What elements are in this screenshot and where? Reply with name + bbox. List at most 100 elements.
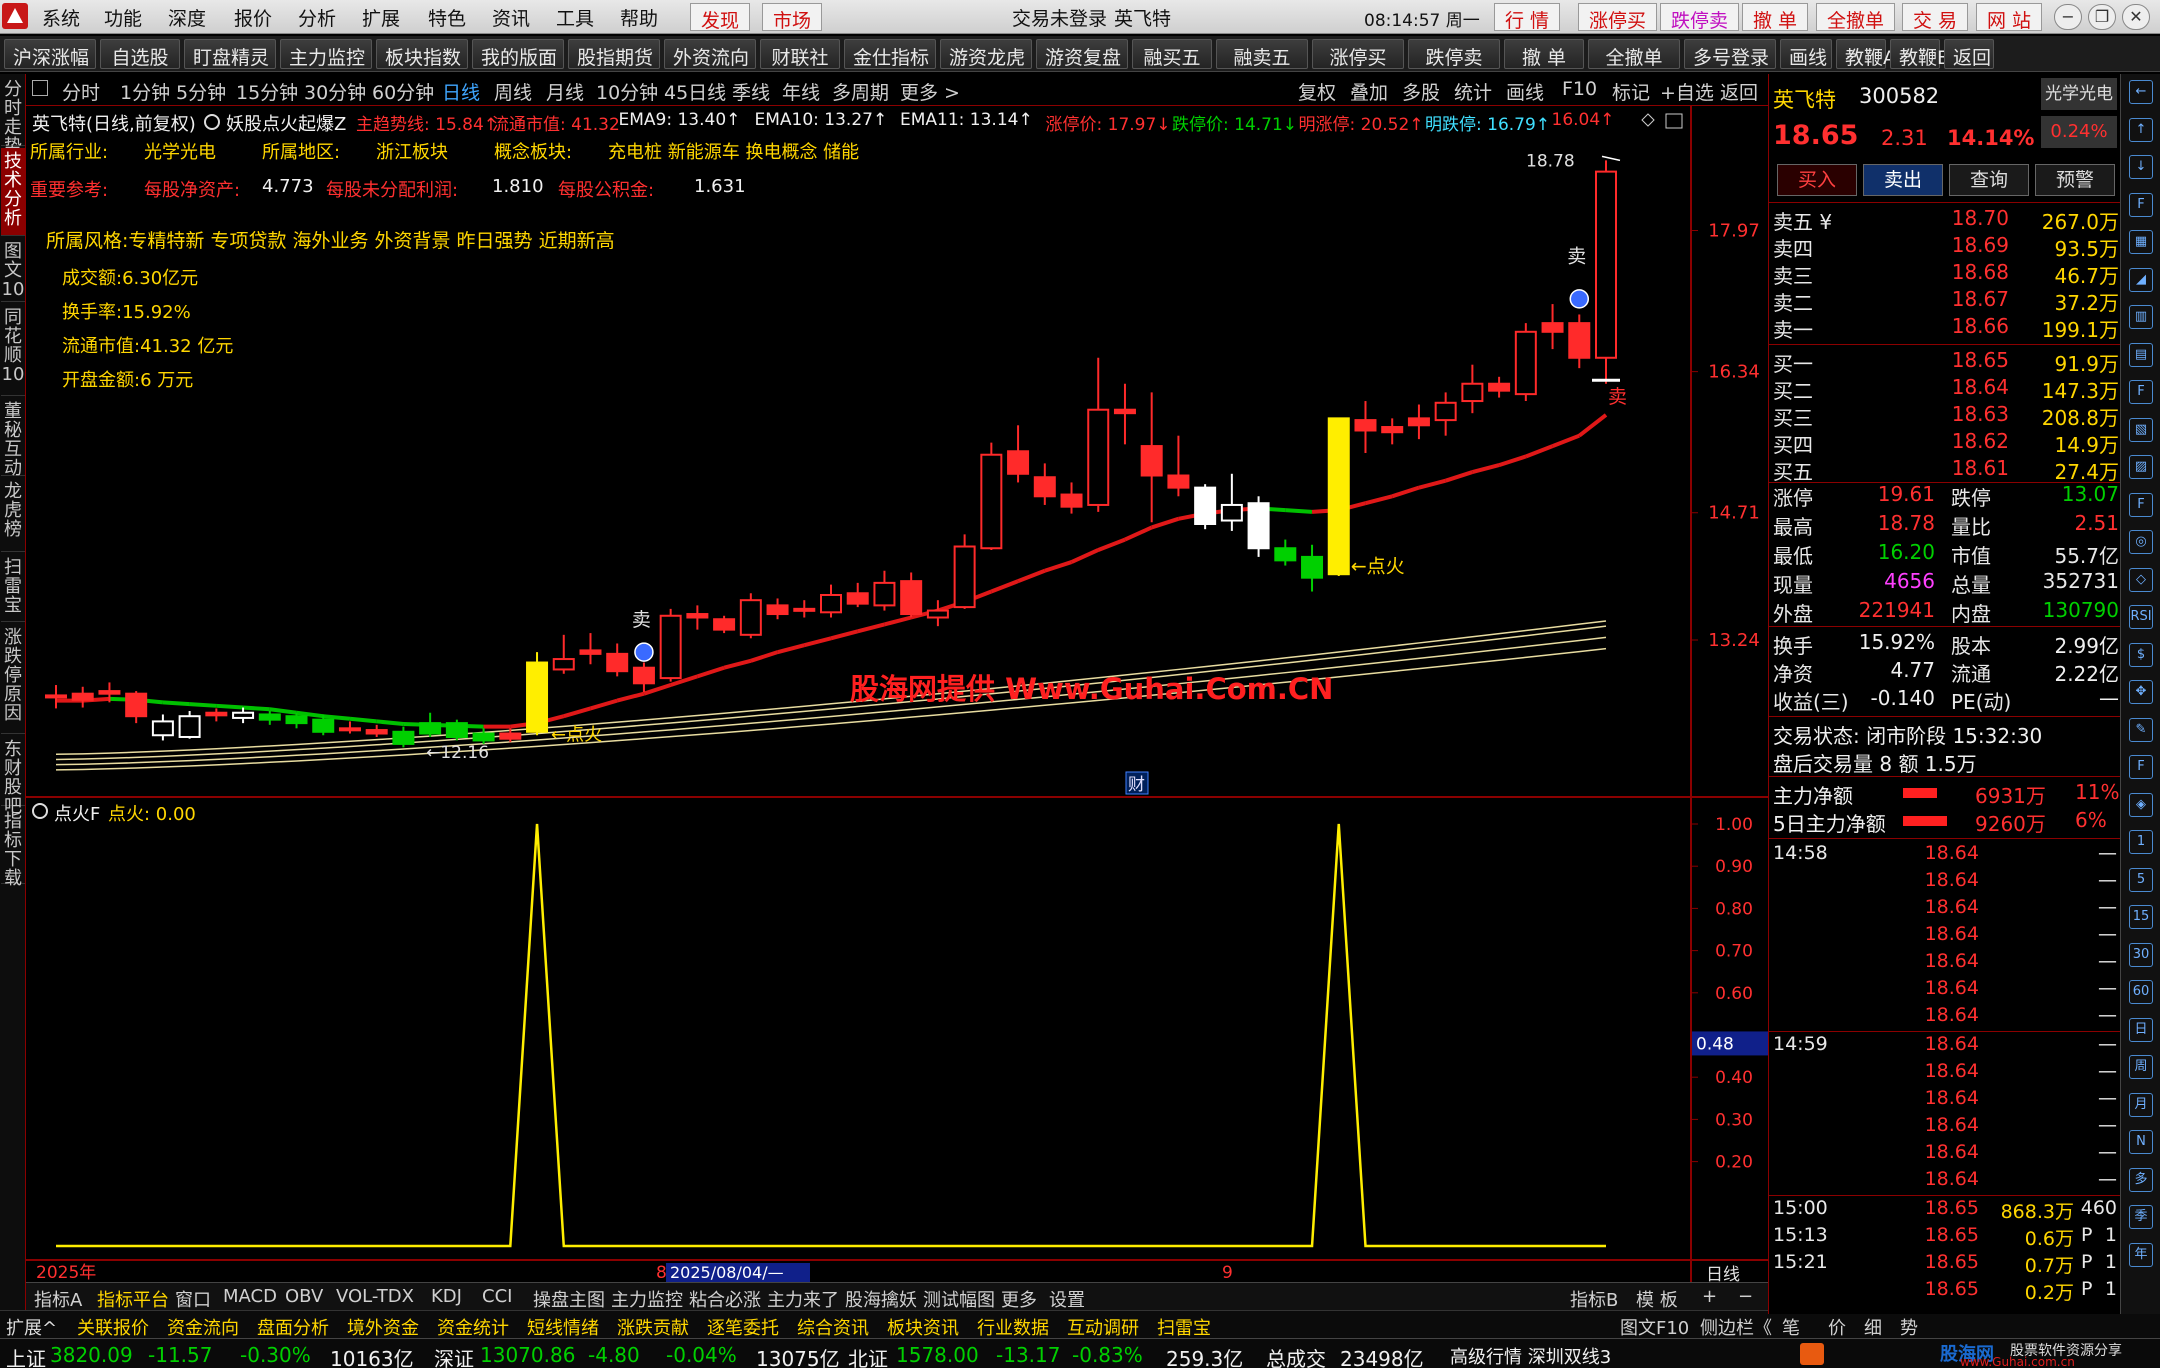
sh-label[interactable]: 上证 bbox=[6, 1343, 46, 1368]
extension-tab[interactable]: 资金流向 bbox=[167, 1314, 239, 1340]
sector-badge[interactable]: 光学光电 bbox=[2041, 78, 2117, 110]
candle[interactable] bbox=[45, 685, 67, 709]
indicator-chart[interactable]: 1.00 0.90 0.80 0.70 0.60 0.40 0.30 0.20 0.48 2025… bbox=[26, 798, 1768, 1284]
candle[interactable] bbox=[1461, 364, 1484, 414]
candle[interactable] bbox=[1113, 383, 1136, 445]
candle[interactable] bbox=[1354, 401, 1377, 453]
left-tab[interactable]: 指标下载 bbox=[1, 808, 25, 888]
candle[interactable] bbox=[659, 608, 682, 682]
extension-tab[interactable]: 境外资金 bbox=[347, 1314, 419, 1340]
app-badge-icon[interactable] bbox=[1800, 1343, 1824, 1365]
sidebar-tool-icon[interactable]: ▦ bbox=[2129, 230, 2153, 254]
sidebar-tool-icon[interactable]: ▥ bbox=[2129, 305, 2153, 329]
extension-tab[interactable]: 涨跌贡献 bbox=[617, 1314, 689, 1340]
sidebar-tool-icon[interactable]: ◎ bbox=[2129, 530, 2153, 554]
indicator-tab[interactable]: 指标平台 bbox=[97, 1286, 169, 1312]
sidebar-tool-icon[interactable]: 季 bbox=[2129, 1205, 2153, 1229]
extension-tab[interactable]: 互动调研 bbox=[1067, 1314, 1139, 1340]
sidebar-tool-icon[interactable]: ▤ bbox=[2129, 342, 2153, 367]
indicator-template-button[interactable]: 模 板 bbox=[1636, 1286, 1678, 1312]
sidebar-tool-icon[interactable]: ◈ bbox=[2129, 792, 2153, 817]
ask-row[interactable]: 卖三 18.68 46.7万 bbox=[1769, 260, 2121, 288]
side-tab[interactable]: 笔 bbox=[1782, 1314, 1800, 1340]
indicator-tab[interactable]: MACD bbox=[223, 1286, 277, 1307]
menu-system[interactable]: 系统 bbox=[42, 4, 80, 31]
candle[interactable] bbox=[445, 719, 468, 741]
menu-market[interactable]: 市场 bbox=[762, 3, 823, 32]
toolbar-button[interactable]: 融买五 bbox=[1132, 39, 1212, 69]
ask-row[interactable]: 卖五 ¥ 18.70 267.0万 bbox=[1769, 206, 2121, 234]
ask-row[interactable]: 卖二 18.67 37.2万 bbox=[1769, 287, 2121, 315]
toolbar-button[interactable]: 外资流向 bbox=[664, 39, 756, 69]
menu-function[interactable]: 功能 bbox=[104, 4, 142, 31]
candle[interactable] bbox=[258, 711, 281, 725]
indicator-tab[interactable]: 粘合必涨 bbox=[689, 1286, 761, 1312]
candle[interactable] bbox=[1595, 160, 1617, 384]
diamond-icon[interactable] bbox=[1641, 113, 1655, 127]
sidebar-tool-icon[interactable]: 周 bbox=[2129, 1055, 2153, 1079]
sidebar-tool-icon[interactable]: 30 bbox=[2129, 942, 2153, 967]
indicator-tab[interactable]: KDJ bbox=[431, 1286, 462, 1307]
extension-tab[interactable]: 扫雷宝 bbox=[1157, 1314, 1211, 1340]
toolbar-button[interactable]: 画线 bbox=[1780, 39, 1832, 69]
candle[interactable] bbox=[1247, 496, 1270, 557]
toolbar-button[interactable]: 全撤单 bbox=[1588, 39, 1680, 69]
sidebar-tool-icon[interactable]: 1 bbox=[2129, 830, 2153, 854]
extension-tab[interactable]: 资金统计 bbox=[437, 1314, 509, 1340]
candle[interactable] bbox=[1568, 314, 1591, 369]
indicator-tab[interactable]: OBV bbox=[285, 1286, 323, 1307]
sidebar-tool-icon[interactable]: 5 bbox=[2129, 867, 2153, 892]
extension-tab[interactable]: 关联报价 bbox=[77, 1314, 149, 1340]
sidebar-tool-icon[interactable]: $ bbox=[2129, 642, 2153, 667]
menu-analysis[interactable]: 分析 bbox=[298, 4, 336, 31]
candle[interactable] bbox=[766, 598, 789, 620]
sidebar-tool-icon[interactable]: RSI bbox=[2129, 605, 2153, 629]
candle[interactable] bbox=[579, 633, 602, 665]
left-tab[interactable]: 分时走势 bbox=[1, 76, 25, 156]
toolbar-button[interactable]: 财联社 bbox=[760, 39, 840, 69]
candle[interactable] bbox=[900, 572, 923, 618]
candle[interactable] bbox=[926, 600, 949, 627]
candle[interactable] bbox=[1514, 323, 1537, 402]
candle[interactable] bbox=[178, 711, 201, 739]
candle[interactable] bbox=[1140, 392, 1163, 523]
candle[interactable] bbox=[125, 691, 148, 724]
indicator-tab[interactable]: 测试幅图 bbox=[923, 1286, 995, 1312]
buy-button[interactable]: 买入 bbox=[1777, 164, 1857, 196]
left-tab[interactable]: 涨跌停原因 bbox=[1, 624, 25, 734]
side-tab[interactable]: 侧边栏《 bbox=[1700, 1314, 1772, 1340]
sidebar-tool-icon[interactable]: ▧ bbox=[2129, 417, 2153, 442]
candle[interactable] bbox=[713, 615, 736, 634]
indicator-template-button[interactable]: 指标B bbox=[1570, 1286, 1618, 1312]
indicator-tab[interactable]: 主力来了 bbox=[767, 1286, 839, 1312]
query-button[interactable]: 查询 bbox=[1949, 164, 2029, 196]
candle[interactable] bbox=[1087, 357, 1110, 512]
candle[interactable] bbox=[1033, 463, 1056, 505]
indicator-tab[interactable]: 设置 bbox=[1049, 1286, 1085, 1312]
alert-button[interactable]: 预警 bbox=[2035, 164, 2115, 196]
bid-row[interactable]: 买五 18.61 27.4万 bbox=[1769, 456, 2121, 484]
toolbar-button[interactable]: 多号登录 bbox=[1684, 39, 1776, 69]
sidebar-tool-icon[interactable]: ↑ bbox=[2129, 117, 2153, 142]
sidebar-tool-icon[interactable]: 15 bbox=[2129, 905, 2153, 929]
left-tab[interactable]: 龙虎榜 bbox=[1, 478, 25, 552]
restore-icon[interactable]: ❐ bbox=[2088, 4, 2116, 30]
sell-button[interactable]: 卖出 bbox=[1863, 164, 1943, 196]
candle[interactable] bbox=[739, 593, 762, 639]
candle[interactable] bbox=[552, 634, 575, 674]
menu-depth[interactable]: 深度 bbox=[168, 4, 206, 31]
bid-row[interactable]: 买四 18.62 14.9万 bbox=[1769, 429, 2121, 457]
indicator-tab[interactable]: CCI bbox=[482, 1286, 512, 1307]
minimize-icon[interactable]: − bbox=[2054, 4, 2082, 30]
candle[interactable] bbox=[820, 584, 842, 618]
ask-row[interactable]: 卖一 18.66 199.1万 bbox=[1769, 314, 2121, 342]
side-tab[interactable]: 图文F10 bbox=[1620, 1314, 1689, 1340]
candle[interactable] bbox=[846, 582, 869, 608]
menu-news[interactable]: 资讯 bbox=[492, 4, 530, 31]
sidebar-tool-icon[interactable]: ▨ bbox=[2129, 455, 2153, 479]
candle[interactable] bbox=[793, 600, 816, 618]
sidebar-tool-icon[interactable]: F bbox=[2129, 192, 2153, 217]
extension-tab[interactable]: 短线情绪 bbox=[527, 1314, 599, 1340]
candle[interactable] bbox=[1007, 425, 1030, 483]
sidebar-tool-icon[interactable]: N bbox=[2129, 1130, 2153, 1154]
